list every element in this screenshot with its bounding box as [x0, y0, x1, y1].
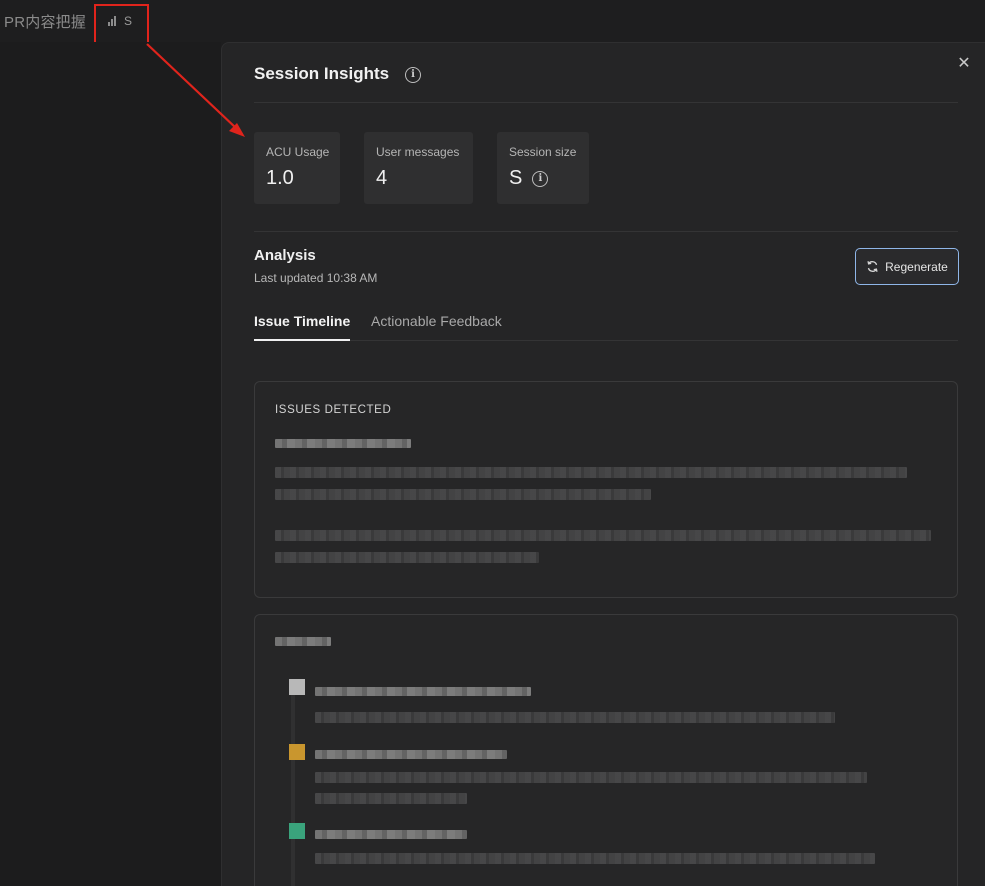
stat-card-acu-usage: ACU Usage 1.0	[254, 132, 340, 204]
stat-label: User messages	[376, 145, 460, 159]
stat-card-user-messages: User messages 4	[364, 132, 473, 204]
timeline-marker	[289, 679, 305, 695]
redacted-text	[315, 712, 835, 723]
tab-issue-timeline[interactable]: Issue Timeline	[254, 313, 351, 341]
redacted-text	[275, 552, 539, 563]
timeline-marker	[289, 744, 305, 760]
redacted-text	[275, 467, 907, 478]
refresh-icon	[867, 261, 878, 272]
analysis-title: Analysis	[254, 247, 316, 264]
last-updated-text: Last updated 10:38 AM	[254, 271, 378, 285]
timeline-rail	[291, 695, 295, 886]
panel-header: Session Insights i	[254, 61, 958, 103]
close-icon[interactable]: ✕	[957, 56, 971, 72]
panel-title: Session Insights	[254, 64, 390, 83]
issues-heading: ISSUES DETECTED	[275, 404, 392, 416]
regenerate-label: Regenerate	[885, 259, 948, 274]
redacted-text	[315, 750, 507, 759]
stat-card-session-size: Session size S i	[497, 132, 589, 204]
info-icon[interactable]: i	[532, 170, 549, 187]
top-bar: PR内容把握 S	[0, 0, 985, 45]
session-title[interactable]: PR内容把握	[4, 11, 86, 32]
issue-timeline-card	[254, 614, 958, 886]
redacted-text	[315, 687, 531, 696]
stat-value: S	[509, 167, 523, 189]
left-pane	[0, 42, 221, 886]
timeline-marker	[289, 823, 305, 839]
redacted-text	[315, 853, 875, 864]
redacted-text	[275, 530, 931, 541]
tab-actionable-feedback[interactable]: Actionable Feedback	[371, 313, 502, 339]
issues-detected-card: ISSUES DETECTED	[254, 381, 958, 598]
redacted-text	[275, 637, 331, 646]
redacted-text	[275, 489, 651, 500]
regenerate-button[interactable]: Regenerate	[855, 248, 959, 285]
redacted-text	[315, 772, 867, 783]
stat-label: Session size	[509, 145, 577, 159]
redacted-text	[275, 439, 411, 448]
stat-value: 1.0	[266, 167, 294, 189]
stats-divider	[254, 231, 958, 232]
analysis-tabs: Issue Timeline Actionable Feedback	[254, 311, 958, 341]
annotation-highlight-box	[94, 4, 149, 45]
redacted-text	[315, 793, 467, 804]
redacted-text	[315, 830, 467, 839]
stat-value: 4	[376, 167, 388, 189]
info-icon[interactable]: i	[405, 67, 421, 83]
stat-label: ACU Usage	[266, 145, 330, 159]
session-insights-panel: Session Insights i ✕ ACU Usage 1.0 User …	[221, 42, 985, 886]
header-divider	[254, 102, 958, 103]
